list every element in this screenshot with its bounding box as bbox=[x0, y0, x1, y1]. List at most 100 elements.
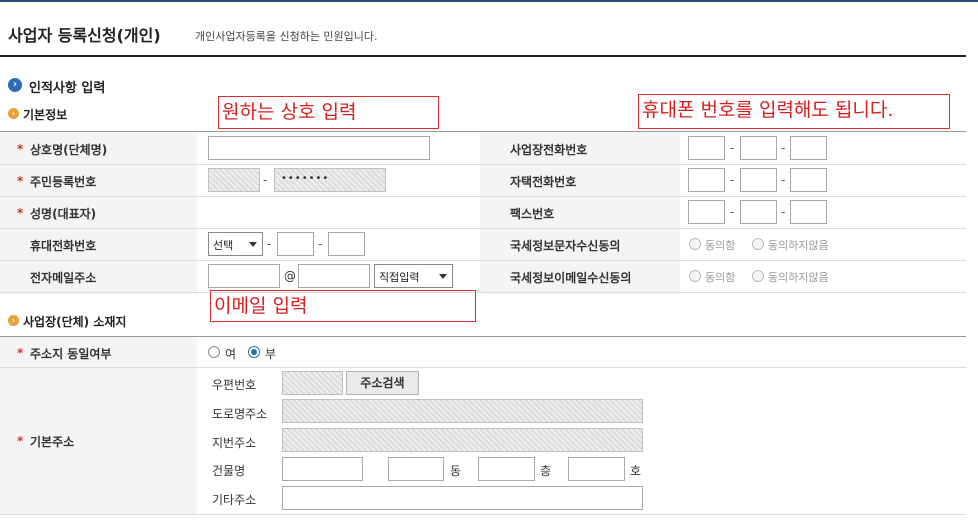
dong-input[interactable] bbox=[388, 457, 444, 481]
sms-consent-agree-radio[interactable] bbox=[689, 238, 701, 250]
basic-address-label: 기본주소 bbox=[30, 435, 75, 449]
row-divider bbox=[0, 164, 966, 165]
email-consent-agree-radio[interactable] bbox=[689, 270, 701, 282]
row-divider bbox=[0, 196, 966, 197]
same-address-yes-radio[interactable] bbox=[208, 346, 220, 358]
biz-phone-area-input[interactable] bbox=[688, 136, 725, 160]
subsection-arrow-icon: › bbox=[8, 315, 19, 326]
email-domain-value: 직접입력 bbox=[379, 271, 420, 284]
biz-phone-mid-input[interactable] bbox=[740, 136, 777, 160]
other-address-input[interactable] bbox=[282, 486, 643, 510]
same-address-no-radio[interactable] bbox=[248, 346, 260, 358]
email-domain-input[interactable] bbox=[298, 264, 370, 288]
email-at-sign: @ bbox=[284, 269, 296, 283]
lot-address-label: 지번주소 bbox=[212, 436, 257, 450]
same-address-label: 주소지 동일여부 bbox=[30, 347, 112, 361]
biz-phone-label: 사업장전화번호 bbox=[510, 143, 588, 157]
title-divider bbox=[0, 55, 966, 57]
subsection-title-address: 사업장(단체) 소재지 bbox=[23, 315, 127, 329]
email-domain-select[interactable]: 직접입력 bbox=[374, 264, 453, 288]
floor-input[interactable] bbox=[478, 457, 535, 481]
mobile-mid-input[interactable] bbox=[277, 232, 314, 256]
top-border bbox=[0, 0, 978, 2]
row-divider bbox=[0, 367, 966, 368]
trade-name-label: 상호명(단체명) bbox=[30, 143, 108, 157]
dash: - bbox=[781, 141, 786, 155]
address-label-column bbox=[0, 336, 197, 515]
trade-name-input[interactable] bbox=[208, 136, 430, 160]
subsection-arrow-icon: › bbox=[8, 108, 19, 119]
resident-no-back-input[interactable]: ••••••• bbox=[274, 168, 386, 192]
dash: - bbox=[781, 205, 786, 219]
section-arrow-icon: › bbox=[8, 78, 22, 92]
road-address-label: 도로명주소 bbox=[212, 407, 268, 421]
building-name-label: 건물명 bbox=[212, 464, 246, 478]
trade-name-annotation: 원하는 상호 입력 bbox=[218, 96, 439, 129]
dash: - bbox=[730, 205, 735, 219]
page-subtitle: 개인사업자등록을 신청하는 민원입니다. bbox=[195, 30, 378, 43]
row-divider bbox=[0, 260, 966, 261]
mobile-prefix-value: 선택 bbox=[213, 239, 234, 252]
table-top-border bbox=[0, 336, 966, 337]
dash: - bbox=[318, 237, 323, 251]
mobile-label: 휴대전화번호 bbox=[30, 239, 97, 253]
required-mark: * bbox=[17, 434, 24, 448]
other-address-label: 기타주소 bbox=[212, 493, 257, 507]
home-phone-mid-input[interactable] bbox=[740, 168, 777, 192]
dash: - bbox=[781, 173, 786, 187]
mobile-prefix-select[interactable]: 선택 bbox=[208, 232, 263, 256]
fax-last-input[interactable] bbox=[790, 200, 827, 224]
home-phone-area-input[interactable] bbox=[688, 168, 725, 192]
building-name-input[interactable] bbox=[282, 457, 363, 481]
required-mark: * bbox=[17, 206, 24, 220]
row-divider bbox=[0, 228, 966, 229]
email-consent-disagree-label: 동의하지않음 bbox=[768, 271, 829, 284]
dash: - bbox=[263, 173, 268, 187]
same-address-no-label: 부 bbox=[265, 347, 277, 361]
section-title-personal: 인적사항 입력 bbox=[29, 81, 106, 96]
representative-label: 성명(대표자) bbox=[30, 207, 97, 221]
resident-no-front-input[interactable] bbox=[208, 168, 260, 192]
home-phone-last-input[interactable] bbox=[790, 168, 827, 192]
row-divider bbox=[0, 292, 966, 293]
required-mark: * bbox=[17, 142, 24, 156]
ho-input[interactable] bbox=[568, 457, 625, 481]
floor-label: 층 bbox=[540, 464, 552, 478]
same-address-yes-label: 여 bbox=[225, 347, 237, 361]
home-phone-label: 자택전화번호 bbox=[510, 175, 577, 189]
sms-consent-disagree-radio[interactable] bbox=[752, 238, 764, 250]
road-address-input[interactable] bbox=[282, 399, 643, 423]
sms-consent-label: 국세정보문자수신동의 bbox=[510, 239, 621, 253]
sms-consent-disagree-label: 동의하지않음 bbox=[768, 239, 829, 252]
biz-phone-last-input[interactable] bbox=[790, 136, 827, 160]
sms-consent-agree-label: 동의함 bbox=[705, 239, 736, 252]
resident-no-label: 주민등록번호 bbox=[30, 175, 97, 189]
email-id-input[interactable] bbox=[208, 264, 280, 288]
address-search-button[interactable]: 주소검색 bbox=[346, 371, 419, 395]
dong-label: 동 bbox=[450, 464, 462, 478]
phone-annotation: 휴대폰 번호를 입력해도 됩니다. bbox=[638, 94, 950, 129]
dash: - bbox=[730, 141, 735, 155]
dash: - bbox=[730, 173, 735, 187]
dash: - bbox=[267, 237, 272, 251]
subsection-title-basic: 기본정보 bbox=[23, 108, 68, 122]
chevron-down-icon bbox=[249, 242, 257, 247]
table-top-border bbox=[0, 131, 966, 132]
mobile-last-input[interactable] bbox=[328, 232, 365, 256]
postal-code-label: 우편번호 bbox=[212, 378, 257, 392]
required-mark: * bbox=[17, 346, 24, 360]
email-consent-disagree-radio[interactable] bbox=[752, 270, 764, 282]
postal-code-input[interactable] bbox=[282, 371, 343, 395]
ho-label: 호 bbox=[630, 464, 642, 478]
email-annotation: 이메일 입력 bbox=[210, 290, 476, 322]
row-divider bbox=[0, 514, 966, 515]
email-consent-label: 국세정보이메일수신동의 bbox=[510, 271, 632, 285]
required-mark: * bbox=[17, 174, 24, 188]
page-title: 사업자 등록신청(개인) bbox=[8, 26, 161, 45]
email-consent-agree-label: 동의함 bbox=[705, 271, 736, 284]
fax-area-input[interactable] bbox=[688, 200, 725, 224]
fax-label: 팩스번호 bbox=[510, 207, 555, 221]
fax-mid-input[interactable] bbox=[740, 200, 777, 224]
lot-address-input[interactable] bbox=[282, 428, 643, 452]
chevron-down-icon bbox=[439, 274, 447, 279]
